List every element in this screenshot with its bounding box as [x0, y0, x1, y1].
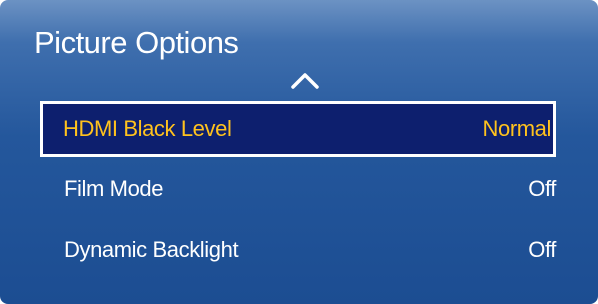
menu-item-label: Film Mode [64, 176, 164, 201]
menu-item-film-mode[interactable]: Film Mode Off [42, 163, 556, 215]
menu-title: Picture Options [34, 25, 239, 60]
menu-item-value: Normal [482, 116, 552, 141]
menu-item-dynamic-backlight[interactable]: Dynamic Backlight Off [42, 224, 556, 276]
menu-item-label: Dynamic Backlight [64, 237, 239, 262]
chevron-up-icon[interactable] [290, 70, 320, 90]
picture-options-panel: Picture Options HDMI Black Level Normal … [0, 0, 598, 304]
menu-item-value: Off [528, 237, 556, 262]
menu-item-value: Off [528, 176, 556, 201]
menu-item-label: HDMI Black Level [63, 116, 232, 141]
menu-item-hdmi-black-level[interactable]: HDMI Black Level Normal [40, 101, 556, 157]
